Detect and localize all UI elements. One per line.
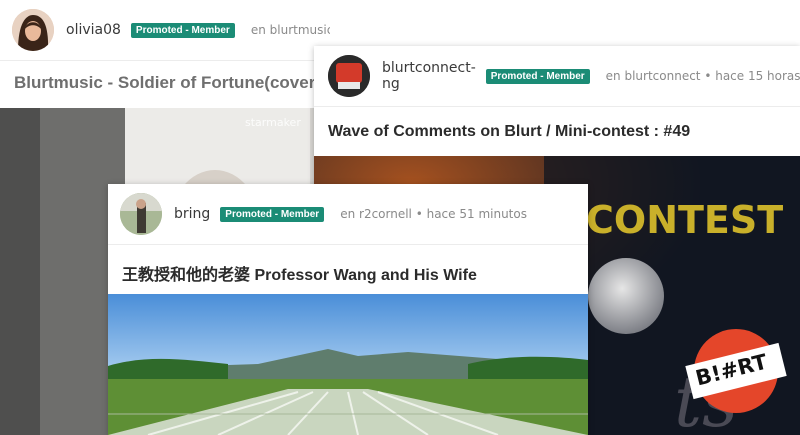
post-header: bring Promoted - Member en r2cornell • h… xyxy=(108,184,588,245)
post-card-bring[interactable]: bring Promoted - Member en r2cornell • h… xyxy=(108,184,588,435)
post-header: blurtconnect-ng Promoted - Member en blu… xyxy=(314,46,800,107)
post-thumbnail[interactable] xyxy=(108,294,588,435)
watermark-text: starmaker xyxy=(245,116,301,129)
author-name[interactable]: bring xyxy=(174,206,210,222)
post-meta[interactable]: en blurtmusic • hace 7 horas xyxy=(251,23,330,37)
post-header: olivia08 Promoted - Member en blurtmusic… xyxy=(0,0,330,61)
post-meta[interactable]: en r2cornell • hace 51 minutos xyxy=(340,207,527,221)
promoted-badge: Promoted - Member xyxy=(130,22,235,38)
author-name[interactable]: blurtconnect-ng xyxy=(382,60,476,92)
post-meta[interactable]: en blurtconnect • hace 15 horas xyxy=(606,69,800,83)
author-name[interactable]: olivia08 xyxy=(66,22,121,38)
post-title[interactable]: Blurtmusic - Soldier of Fortune(cover) xyxy=(14,73,321,93)
avatar[interactable] xyxy=(328,55,370,97)
promoted-badge: Promoted - Member xyxy=(220,206,325,222)
avatar[interactable] xyxy=(12,9,54,51)
contest-text: CONTEST xyxy=(586,198,784,242)
promoted-badge: Promoted - Member xyxy=(485,68,590,84)
post-title[interactable]: 王教授和他的老婆 Professor Wang and His Wife xyxy=(122,261,477,285)
post-title[interactable]: Wave of Comments on Blurt / Mini-contest… xyxy=(328,123,690,141)
avatar[interactable] xyxy=(120,193,162,235)
